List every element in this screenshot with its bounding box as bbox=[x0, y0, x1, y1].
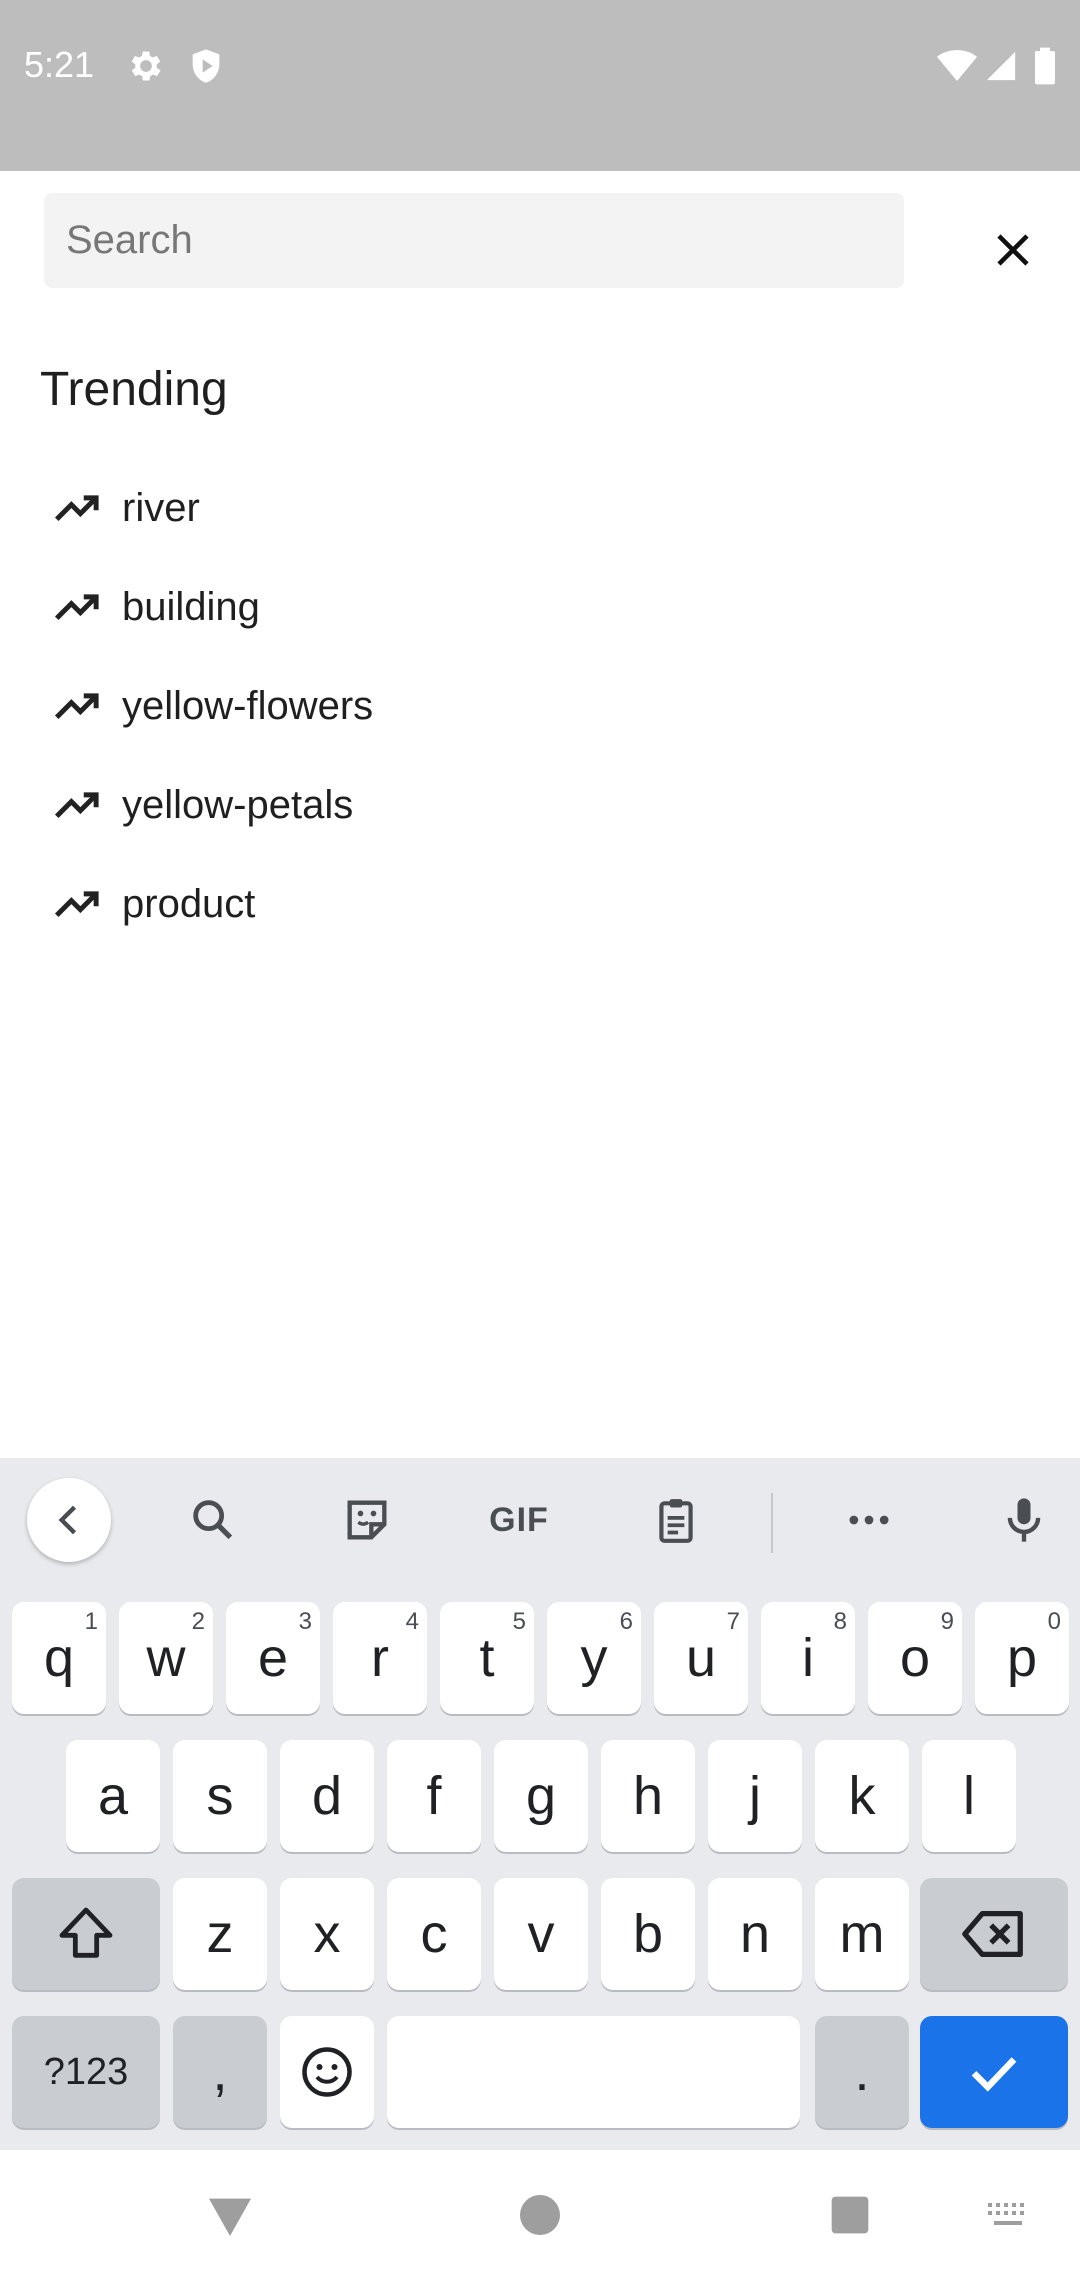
key-q[interactable]: q1 bbox=[12, 1602, 106, 1714]
trending-title: Trending bbox=[40, 363, 228, 416]
keyboard-search-button[interactable] bbox=[171, 1478, 255, 1562]
trending-item-river[interactable]: river bbox=[50, 468, 750, 548]
trending-item-label: building bbox=[122, 584, 260, 629]
gear-icon bbox=[126, 46, 166, 86]
key-o[interactable]: o9 bbox=[868, 1602, 962, 1714]
trending-item-product[interactable]: product bbox=[50, 864, 750, 944]
emoji-icon bbox=[302, 2047, 352, 2097]
space-key[interactable] bbox=[387, 2016, 800, 2128]
status-time: 5:21 bbox=[24, 44, 95, 85]
search-input[interactable] bbox=[66, 193, 886, 288]
key-l[interactable]: l bbox=[922, 1740, 1016, 1852]
sticker-icon bbox=[347, 1500, 387, 1540]
key-a[interactable]: a bbox=[66, 1740, 160, 1852]
shift-key[interactable] bbox=[12, 1878, 160, 1990]
key-s[interactable]: s bbox=[173, 1740, 267, 1852]
search-icon bbox=[193, 1500, 233, 1540]
trending-item-building[interactable]: building bbox=[50, 567, 750, 647]
shield-play-icon bbox=[186, 46, 226, 86]
trending-up-icon bbox=[54, 792, 99, 819]
gif-button[interactable]: GIF bbox=[477, 1478, 561, 1562]
key-c[interactable]: c bbox=[387, 1878, 481, 1990]
keyboard-icon bbox=[988, 2203, 1024, 2225]
backspace-icon bbox=[962, 1910, 1023, 1958]
trending-item-label: river bbox=[122, 485, 200, 530]
trending-item-yellow-flowers[interactable]: yellow-flowers bbox=[50, 666, 750, 746]
key-r[interactable]: r4 bbox=[333, 1602, 427, 1714]
microphone-icon bbox=[1007, 1498, 1041, 1542]
more-horizontal-icon bbox=[849, 1515, 889, 1525]
voice-input-button[interactable] bbox=[982, 1478, 1066, 1562]
shift-icon bbox=[59, 1907, 113, 1958]
key-u[interactable]: u7 bbox=[654, 1602, 748, 1714]
battery-icon bbox=[1030, 46, 1060, 86]
home-nav-button[interactable] bbox=[510, 2185, 570, 2245]
trending-item-label: yellow-petals bbox=[122, 782, 354, 827]
clipboard-icon bbox=[659, 1499, 693, 1543]
key-k[interactable]: k bbox=[815, 1740, 909, 1852]
enter-key[interactable] bbox=[920, 2016, 1068, 2128]
trending-item-label: product bbox=[122, 881, 256, 926]
sticker-button[interactable] bbox=[325, 1478, 409, 1562]
trending-item-yellow-petals[interactable]: yellow-petals bbox=[50, 765, 750, 845]
navigation-bar bbox=[0, 2150, 1080, 2280]
keyboard-toolbar: GIF bbox=[0, 1458, 1080, 1588]
backspace-key[interactable] bbox=[920, 1878, 1068, 1990]
trending-up-icon bbox=[54, 693, 99, 720]
clipboard-button[interactable] bbox=[634, 1478, 718, 1562]
back-nav-button[interactable] bbox=[200, 2185, 260, 2245]
search-box[interactable] bbox=[44, 193, 904, 288]
trending-up-icon bbox=[54, 594, 99, 621]
comma-key[interactable]: , bbox=[173, 2016, 267, 2128]
key-h[interactable]: h bbox=[601, 1740, 695, 1852]
key-w[interactable]: w2 bbox=[119, 1602, 213, 1714]
status-bar: 5:21 bbox=[0, 0, 1080, 171]
triangle-down-icon bbox=[209, 2198, 251, 2236]
key-m[interactable]: m bbox=[815, 1878, 909, 1990]
key-v[interactable]: v bbox=[494, 1878, 588, 1990]
gif-icon: GIF bbox=[489, 1500, 549, 1539]
symbols-key[interactable]: ?123 bbox=[12, 2016, 160, 2128]
key-x[interactable]: x bbox=[280, 1878, 374, 1990]
trending-up-icon bbox=[54, 891, 99, 918]
close-button[interactable] bbox=[980, 217, 1046, 283]
key-y[interactable]: y6 bbox=[547, 1602, 641, 1714]
key-t[interactable]: t5 bbox=[440, 1602, 534, 1714]
key-n[interactable]: n bbox=[708, 1878, 802, 1990]
signal-icon bbox=[984, 46, 1018, 86]
key-g[interactable]: g bbox=[494, 1740, 588, 1852]
square-icon bbox=[831, 2196, 869, 2234]
checkmark-icon bbox=[971, 2057, 1017, 2092]
keyboard-switch-button[interactable] bbox=[978, 2185, 1038, 2245]
trending-up-icon bbox=[54, 495, 99, 522]
more-button[interactable] bbox=[827, 1478, 911, 1562]
keyboard: GIF q1 w2 e3 r4 t5 y6 u7 i8 o9 p0 a s d … bbox=[0, 1458, 1080, 2150]
emoji-key[interactable] bbox=[280, 2016, 374, 2128]
key-f[interactable]: f bbox=[387, 1740, 481, 1852]
period-key[interactable]: . bbox=[815, 2016, 909, 2128]
key-p[interactable]: p0 bbox=[975, 1602, 1069, 1714]
keyboard-back-button[interactable] bbox=[27, 1478, 111, 1562]
toolbar-divider bbox=[771, 1493, 773, 1553]
close-icon bbox=[997, 234, 1029, 266]
key-j[interactable]: j bbox=[708, 1740, 802, 1852]
circle-icon bbox=[520, 2195, 560, 2235]
key-b[interactable]: b bbox=[601, 1878, 695, 1990]
wifi-icon bbox=[936, 46, 978, 86]
trending-item-label: yellow-flowers bbox=[122, 683, 374, 728]
chevron-left-icon bbox=[58, 1505, 77, 1535]
recents-nav-button[interactable] bbox=[820, 2185, 880, 2245]
key-i[interactable]: i8 bbox=[761, 1602, 855, 1714]
key-d[interactable]: d bbox=[280, 1740, 374, 1852]
key-z[interactable]: z bbox=[173, 1878, 267, 1990]
app-screen: 5:21 Trending river building bbox=[0, 0, 1080, 2280]
key-e[interactable]: e3 bbox=[226, 1602, 320, 1714]
